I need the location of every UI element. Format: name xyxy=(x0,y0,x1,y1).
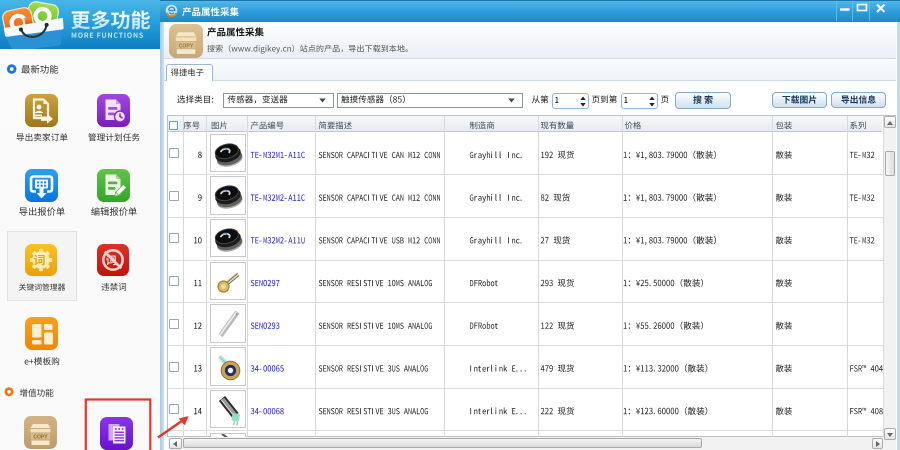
svg-text:COPY: COPY xyxy=(33,434,48,440)
svg-text:COPY: COPY xyxy=(179,43,194,49)
